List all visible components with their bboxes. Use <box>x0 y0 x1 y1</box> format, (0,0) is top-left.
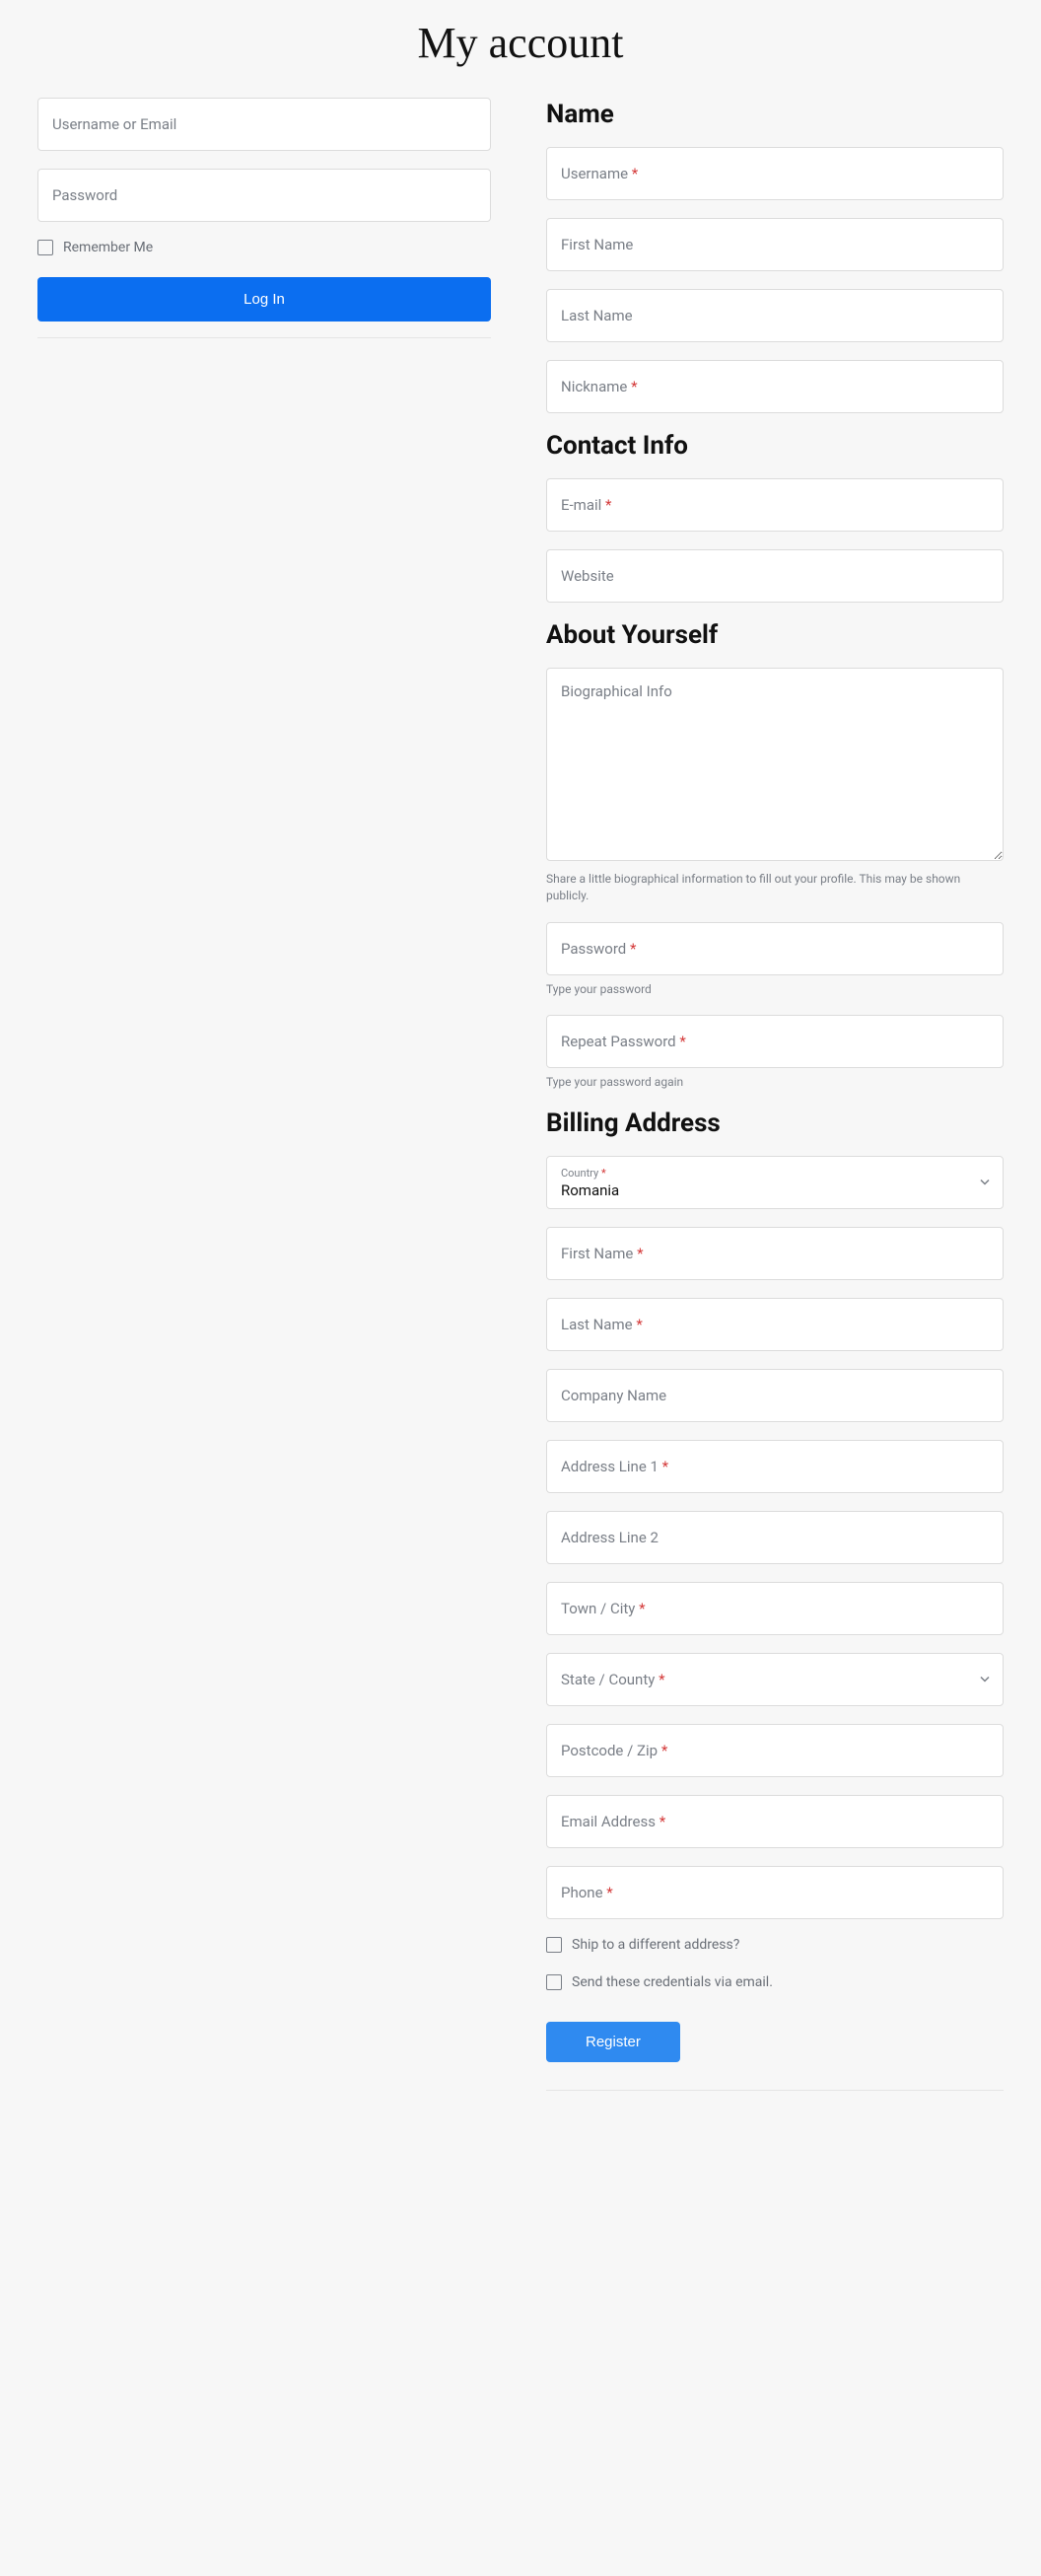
country-select[interactable]: Country * Romania <box>546 1156 1004 1209</box>
required-icon: * <box>631 378 637 395</box>
repeat-password-field[interactable]: Repeat Password * <box>546 1015 1004 1068</box>
required-icon: * <box>606 1884 612 1901</box>
nickname-field[interactable]: Nickname * <box>546 360 1004 413</box>
first-name-field[interactable]: First Name <box>546 218 1004 271</box>
state-select[interactable]: State / County * <box>546 1653 1004 1706</box>
section-contact: Contact Info <box>546 431 1004 461</box>
required-icon: * <box>601 1167 606 1180</box>
country-value: Romania <box>561 1181 989 1199</box>
billing-first-name-label: First Name <box>561 1245 633 1262</box>
ship-different-checkbox[interactable]: Ship to a different address? <box>546 1937 1004 1953</box>
send-credentials-label: Send these credentials via email. <box>572 1974 773 1990</box>
required-icon: * <box>662 1458 668 1475</box>
last-name-field[interactable]: Last Name <box>546 289 1004 342</box>
address2-field[interactable]: Address Line 2 <box>546 1511 1004 1564</box>
login-form: Username or Email Password Remember Me L… <box>37 98 491 2091</box>
checkbox-icon <box>546 1937 562 1953</box>
password-field[interactable]: Password * <box>546 922 1004 975</box>
city-field[interactable]: Town / City * <box>546 1582 1004 1635</box>
postcode-label: Postcode / Zip <box>561 1742 658 1759</box>
postcode-field[interactable]: Postcode / Zip * <box>546 1724 1004 1777</box>
required-icon: * <box>605 496 611 514</box>
company-label: Company Name <box>561 1387 666 1404</box>
password-help: Type your password <box>546 981 1004 998</box>
website-label: Website <box>561 567 614 585</box>
address2-label: Address Line 2 <box>561 1529 659 1546</box>
required-icon: * <box>632 165 638 182</box>
required-icon: * <box>659 1671 664 1688</box>
login-divider <box>37 337 491 338</box>
email-field[interactable]: E-mail * <box>546 478 1004 532</box>
phone-label: Phone <box>561 1884 603 1901</box>
required-icon: * <box>661 1742 667 1759</box>
username-field[interactable]: Username * <box>546 147 1004 200</box>
first-name-label: First Name <box>561 236 633 253</box>
billing-email-label: Email Address <box>561 1813 656 1830</box>
section-billing: Billing Address <box>546 1109 1004 1138</box>
state-label: State / County <box>561 1671 655 1688</box>
billing-first-name-field[interactable]: First Name * <box>546 1227 1004 1280</box>
required-icon: * <box>659 1813 665 1830</box>
checkbox-icon <box>37 240 53 255</box>
login-password-field[interactable]: Password <box>37 169 491 222</box>
required-icon: * <box>679 1033 685 1050</box>
email-label: E-mail <box>561 496 601 514</box>
login-username-placeholder: Username or Email <box>52 115 176 133</box>
website-field[interactable]: Website <box>546 549 1004 603</box>
register-button[interactable]: Register <box>546 2022 680 2062</box>
remember-me-label: Remember Me <box>63 240 153 255</box>
required-icon: * <box>639 1600 645 1617</box>
ship-different-label: Ship to a different address? <box>572 1937 739 1953</box>
required-icon: * <box>630 940 636 958</box>
login-password-placeholder: Password <box>52 186 117 204</box>
company-field[interactable]: Company Name <box>546 1369 1004 1422</box>
section-about: About Yourself <box>546 620 1004 650</box>
required-icon: * <box>636 1316 642 1333</box>
billing-last-name-label: Last Name <box>561 1316 633 1333</box>
billing-last-name-field[interactable]: Last Name * <box>546 1298 1004 1351</box>
bio-help: Share a little biographical information … <box>546 871 1004 904</box>
address1-label: Address Line 1 <box>561 1458 659 1475</box>
required-icon: * <box>637 1245 643 1262</box>
phone-field[interactable]: Phone * <box>546 1866 1004 1919</box>
billing-email-field[interactable]: Email Address * <box>546 1795 1004 1848</box>
bio-textarea[interactable] <box>546 668 1004 861</box>
page-title: My account <box>0 0 1041 98</box>
country-label: Country <box>561 1167 598 1180</box>
password-label: Password <box>561 940 626 958</box>
username-label: Username <box>561 165 628 182</box>
last-name-label: Last Name <box>561 307 633 324</box>
chevron-down-icon <box>979 1671 991 1689</box>
register-divider <box>546 2090 1004 2091</box>
send-credentials-checkbox[interactable]: Send these credentials via email. <box>546 1974 1004 1990</box>
checkbox-icon <box>546 1974 562 1990</box>
repeat-password-help: Type your password again <box>546 1074 1004 1091</box>
city-label: Town / City <box>561 1600 635 1617</box>
login-button[interactable]: Log In <box>37 277 491 322</box>
remember-me-checkbox[interactable]: Remember Me <box>37 240 491 255</box>
address1-field[interactable]: Address Line 1 * <box>546 1440 1004 1493</box>
nickname-label: Nickname <box>561 378 627 395</box>
login-username-field[interactable]: Username or Email <box>37 98 491 151</box>
section-name: Name <box>546 100 1004 129</box>
repeat-password-label: Repeat Password <box>561 1033 676 1050</box>
register-form: Name Username * First Name Last Name Nic… <box>546 98 1004 2091</box>
